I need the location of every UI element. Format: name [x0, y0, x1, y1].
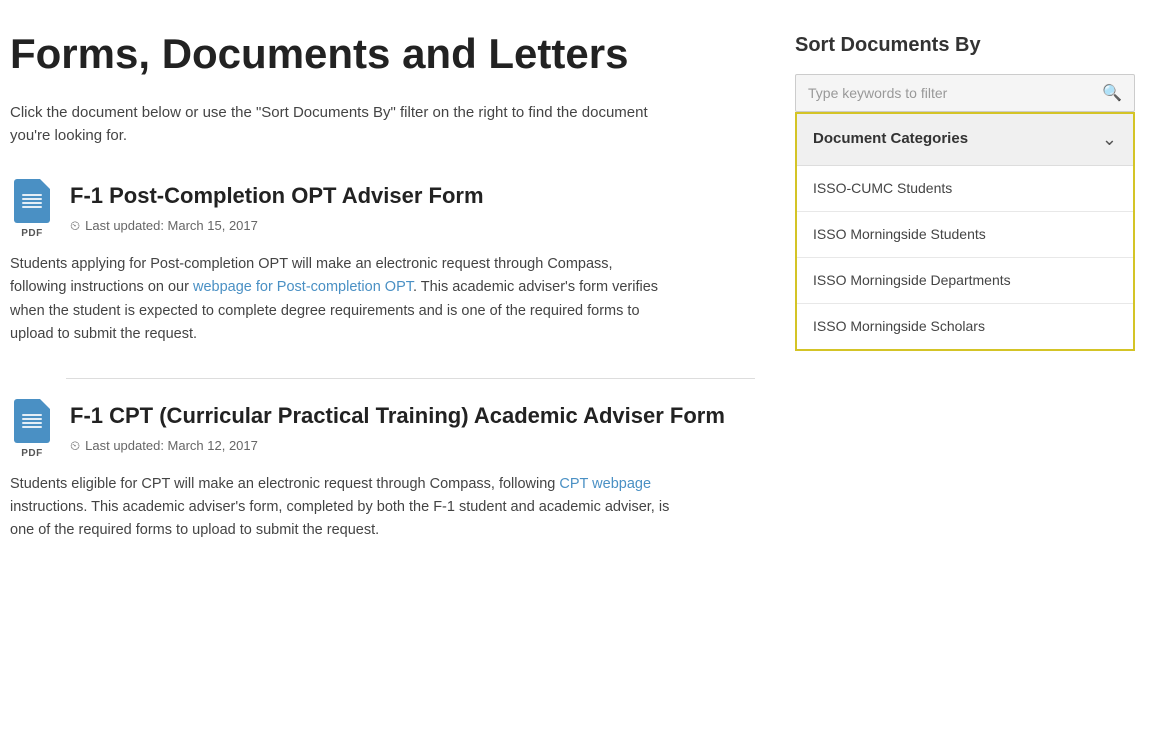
document-divider-1 — [66, 378, 755, 379]
filter-header[interactable]: Document Categories ⌄ — [797, 114, 1133, 166]
page-container: Forms, Documents and Letters Click the d… — [0, 0, 1165, 605]
pdf-line — [22, 422, 42, 424]
document-title-2[interactable]: F-1 CPT (Curricular Practical Training) … — [70, 399, 755, 432]
pdf-label-1: PDF — [21, 226, 43, 241]
page-title: Forms, Documents and Letters — [10, 30, 755, 78]
pdf-icon-2: PDF — [10, 399, 54, 461]
document-updated-1: ⏲ Last updated: March 15, 2017 — [70, 216, 755, 236]
document-item-2: PDF F-1 CPT (Curricular Practical Traini… — [10, 399, 755, 543]
cpt-link[interactable]: CPT webpage — [559, 476, 651, 492]
search-box: 🔍 — [795, 74, 1135, 112]
document-description-1: Students applying for Post-completion OP… — [10, 253, 670, 346]
document-header-1: PDF F-1 Post-Completion OPT Adviser Form… — [10, 179, 755, 241]
document-updated-text-2: Last updated: March 12, 2017 — [85, 436, 258, 456]
filter-header-label: Document Categories — [813, 128, 968, 151]
sidebar-title: Sort Documents By — [795, 30, 1135, 60]
pdf-icon-1: PDF — [10, 179, 54, 241]
pdf-line — [22, 414, 42, 416]
document-description-2: Students eligible for CPT will make an e… — [10, 473, 670, 543]
clock-icon-2: ⏲ — [70, 436, 80, 456]
main-content: Forms, Documents and Letters Click the d… — [10, 30, 755, 575]
clock-icon-1: ⏲ — [70, 216, 80, 236]
filter-box: Document Categories ⌄ ISSO-CUMC Students… — [795, 112, 1135, 351]
pdf-file-icon-1 — [14, 179, 50, 223]
document-header-2: PDF F-1 CPT (Curricular Practical Traini… — [10, 399, 755, 461]
document-title-area-2: F-1 CPT (Curricular Practical Training) … — [70, 399, 755, 456]
document-updated-2: ⏲ Last updated: March 12, 2017 — [70, 436, 755, 456]
sidebar: Sort Documents By 🔍 Document Categories … — [795, 30, 1135, 575]
filter-item-morningside-departments[interactable]: ISSO Morningside Departments — [797, 258, 1133, 304]
document-title-1[interactable]: F-1 Post-Completion OPT Adviser Form — [70, 179, 755, 212]
filter-item-morningside-scholars[interactable]: ISSO Morningside Scholars — [797, 304, 1133, 349]
pdf-label-2: PDF — [21, 446, 43, 461]
pdf-icon-lines-2 — [22, 412, 42, 430]
pdf-line — [22, 426, 42, 428]
opt-link[interactable]: webpage for Post-completion OPT — [193, 279, 413, 295]
chevron-down-icon: ⌄ — [1102, 126, 1117, 153]
pdf-line — [22, 418, 42, 420]
search-button[interactable]: 🔍 — [1090, 75, 1134, 111]
pdf-line — [22, 202, 42, 204]
pdf-line — [22, 194, 42, 196]
document-updated-text-1: Last updated: March 15, 2017 — [85, 216, 258, 236]
filter-item-cumc[interactable]: ISSO-CUMC Students — [797, 166, 1133, 212]
document-item-1: PDF F-1 Post-Completion OPT Adviser Form… — [10, 179, 755, 346]
filter-item-morningside-students[interactable]: ISSO Morningside Students — [797, 212, 1133, 258]
pdf-file-icon-2 — [14, 399, 50, 443]
search-input[interactable] — [796, 75, 1090, 111]
pdf-line — [22, 206, 42, 208]
pdf-line — [22, 198, 42, 200]
document-title-area-1: F-1 Post-Completion OPT Adviser Form ⏲ L… — [70, 179, 755, 236]
pdf-icon-lines-1 — [22, 192, 42, 210]
intro-text: Click the document below or use the "Sor… — [10, 102, 690, 147]
